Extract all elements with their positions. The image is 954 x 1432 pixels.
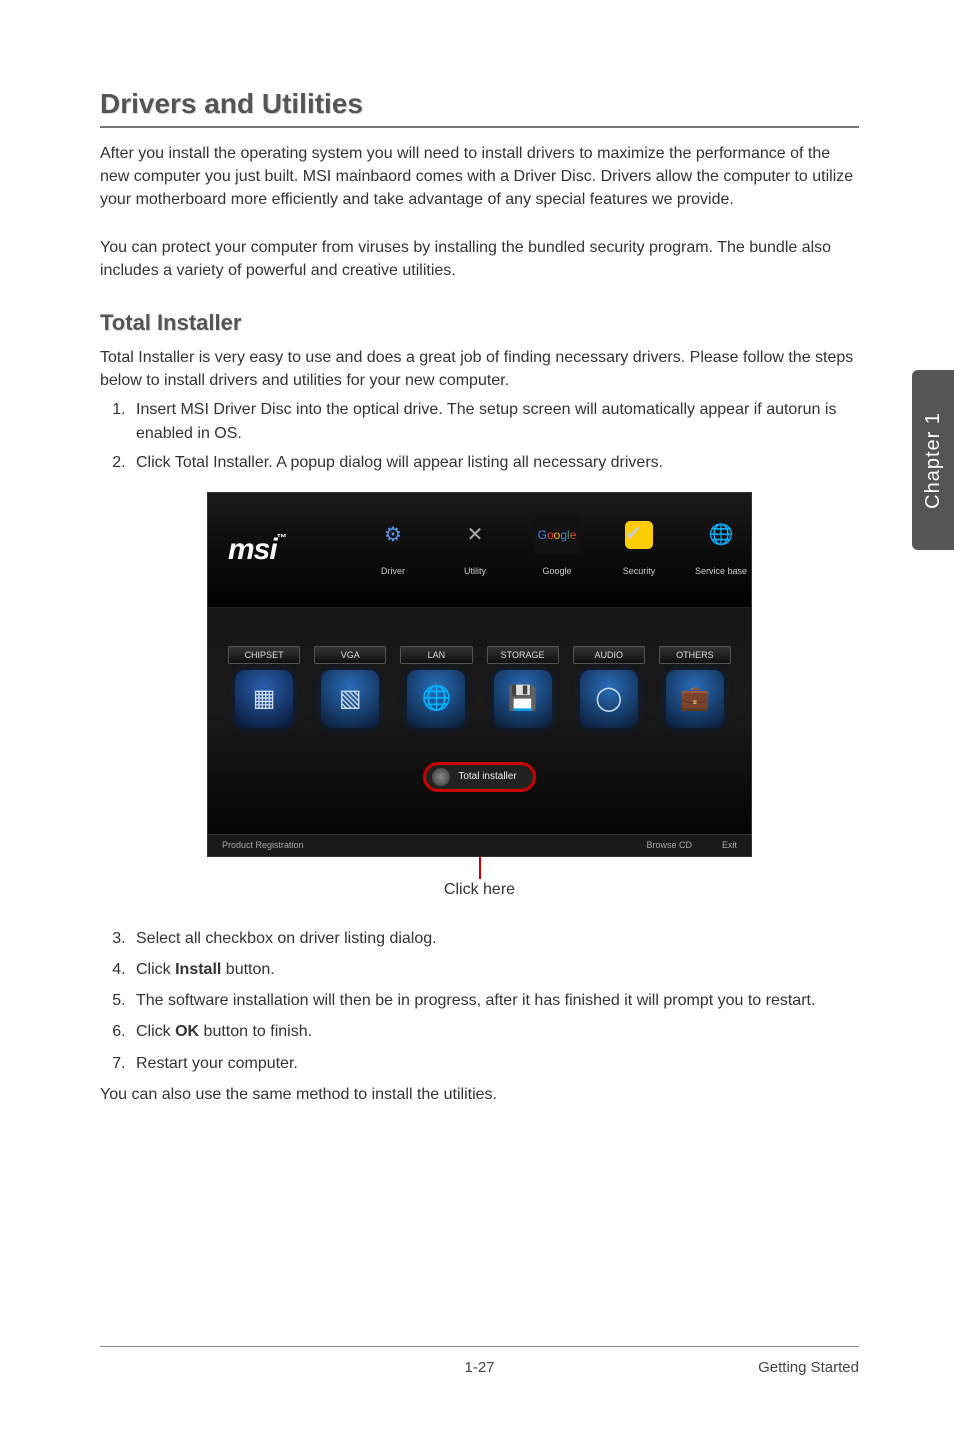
category-chipset[interactable]: CHIPSET ▦ (228, 646, 300, 728)
tab-label: Google (542, 566, 571, 576)
category-audio[interactable]: AUDIO ◯ (573, 646, 645, 728)
step-item: Insert MSI Driver Disc into the optical … (130, 398, 859, 444)
wrench-icon: ✕ (456, 516, 494, 554)
steps-list-b: Select all checkbox on driver listing di… (100, 927, 859, 1075)
section-name: Getting Started (758, 1359, 859, 1376)
browse-cd-link[interactable]: Browse CD (646, 840, 692, 850)
lan-icon: 🌐 (407, 670, 465, 728)
product-registration-link[interactable]: Product Registration (222, 840, 304, 850)
sub-intro: Total Installer is very easy to use and … (100, 346, 859, 392)
category-label: AUDIO (573, 646, 645, 664)
category-vga[interactable]: VGA ▧ (314, 646, 386, 728)
installer-categories: CHIPSET ▦ VGA ▧ LAN 🌐 STORAGE 💾 AUDIO ◯ … (208, 608, 751, 748)
step-item: Select all checkbox on driver listing di… (130, 927, 859, 950)
category-lan[interactable]: LAN 🌐 (400, 646, 472, 728)
category-others[interactable]: OTHERS 💼 (659, 646, 731, 728)
total-installer-button[interactable]: Total installer (423, 762, 535, 792)
tab-utility[interactable]: ✕ Utility (445, 516, 505, 576)
step-item: Click Install button. (130, 958, 859, 981)
callout: Click here (100, 857, 859, 899)
intro-paragraph-1: After you install the operating system y… (100, 142, 859, 212)
category-label: STORAGE (487, 646, 559, 664)
step-item: Click Total Installer. A popup dialog wi… (130, 451, 859, 474)
page-heading: Drivers and Utilities (100, 88, 859, 128)
exit-link[interactable]: Exit (722, 840, 737, 850)
category-label: OTHERS (659, 646, 731, 664)
tab-driver[interactable]: ⚙ Driver (363, 516, 423, 576)
category-storage[interactable]: STORAGE 💾 (487, 646, 559, 728)
callout-text: Click here (444, 881, 515, 899)
installer-header: msi™ ⚙ Driver ✕ Utility Google Google ✔ … (208, 493, 751, 608)
category-label: VGA (314, 646, 386, 664)
tab-label: Service base (695, 566, 747, 576)
installer-footer: Product Registration Browse CD Exit (208, 834, 751, 856)
chapter-tab: Chapter 1 (912, 370, 954, 550)
sub-heading: Total Installer (100, 310, 859, 336)
tab-label: Security (623, 566, 656, 576)
tab-google[interactable]: Google Google (527, 516, 587, 576)
storage-icon: 💾 (494, 670, 552, 728)
tab-security[interactable]: ✔ Security (609, 516, 669, 576)
installer-screenshot: msi™ ⚙ Driver ✕ Utility Google Google ✔ … (207, 492, 752, 857)
disc-icon (432, 768, 450, 786)
installer-button-row: Total installer (208, 762, 751, 792)
total-installer-label: Total installer (458, 771, 516, 782)
page-number: 1-27 (464, 1359, 494, 1376)
intro-paragraph-2: You can protect your computer from virus… (100, 236, 859, 282)
steps-list-a: Insert MSI Driver Disc into the optical … (100, 398, 859, 474)
callout-line-icon (479, 857, 481, 879)
closing-text: You can also use the same method to inst… (100, 1083, 859, 1106)
chapter-label: Chapter 1 (922, 412, 945, 509)
page-footer: 1-27 Getting Started (100, 1346, 859, 1376)
audio-icon: ◯ (580, 670, 638, 728)
briefcase-icon: 💼 (666, 670, 724, 728)
step-item: Click OK button to finish. (130, 1020, 859, 1043)
tab-label: Utility (464, 566, 486, 576)
installer-top-tabs: ⚙ Driver ✕ Utility Google Google ✔ Secur… (363, 516, 751, 584)
chipset-icon: ▦ (235, 670, 293, 728)
globe-icon: 🌐 (702, 516, 740, 554)
msi-logo: msi™ (228, 533, 363, 567)
google-icon: Google (533, 516, 581, 554)
shield-icon: ✔ (620, 516, 658, 554)
tab-service-base[interactable]: 🌐 Service base (691, 516, 751, 576)
step-item: The software installation will then be i… (130, 989, 859, 1012)
category-label: LAN (400, 646, 472, 664)
gear-icon: ⚙ (374, 516, 412, 554)
vga-icon: ▧ (321, 670, 379, 728)
tab-label: Driver (381, 566, 405, 576)
step-item: Restart your computer. (130, 1052, 859, 1075)
category-label: CHIPSET (228, 646, 300, 664)
